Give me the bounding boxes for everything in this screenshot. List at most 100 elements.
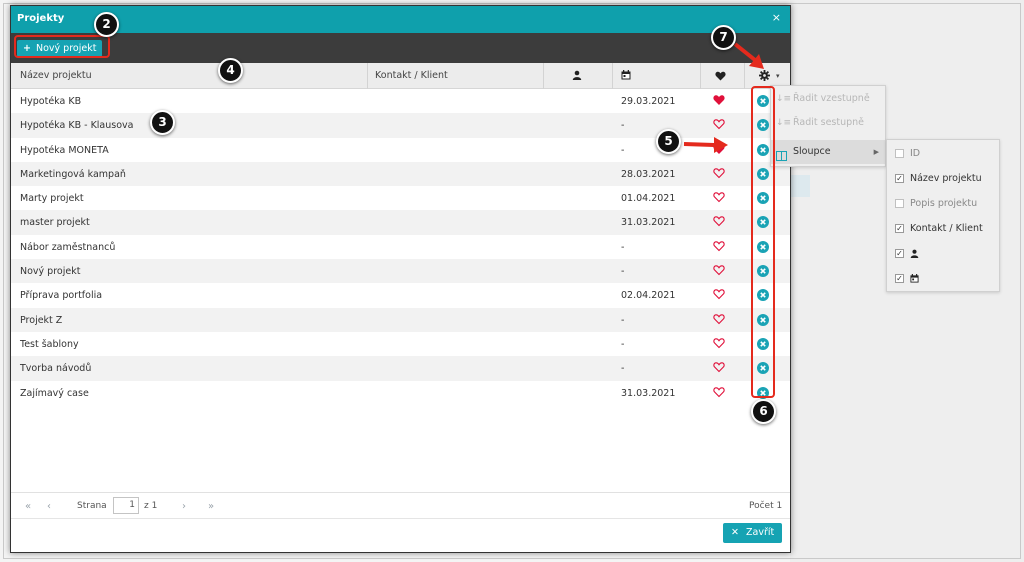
project-date: 02.04.2021 xyxy=(621,290,676,302)
project-name[interactable]: Projekt Z xyxy=(20,315,62,326)
highlight-delete-column xyxy=(751,86,775,398)
close-icon: ✕ xyxy=(731,527,739,538)
heart-outline-icon[interactable] xyxy=(713,240,725,252)
calendar-icon xyxy=(910,273,919,284)
close-icon[interactable]: × xyxy=(772,11,781,24)
project-name[interactable]: Hypotéka KB xyxy=(20,96,81,107)
pagination-bar: « ‹ Strana 1 z 1 › » Počet 1 xyxy=(11,492,790,518)
project-date: - xyxy=(621,144,625,156)
project-name[interactable]: master projekt xyxy=(20,217,90,228)
heart-outline-icon[interactable] xyxy=(713,386,725,398)
page-input[interactable]: 1 xyxy=(113,497,139,514)
project-name[interactable]: Nový projekt xyxy=(20,266,80,277)
last-page-icon[interactable]: » xyxy=(208,501,214,512)
project-name[interactable]: Hypotéka KB - Klausova xyxy=(20,120,134,131)
project-name[interactable]: Marty projekt xyxy=(20,193,84,204)
user-icon xyxy=(572,70,582,80)
menu-item-sort-desc[interactable]: ↓≡ Řadit sestupně xyxy=(771,111,885,135)
annotation-marker: 4 xyxy=(218,58,243,83)
menu-item-label: Řadit sestupně xyxy=(793,117,865,128)
heart-outline-icon[interactable] xyxy=(713,264,725,276)
background-element xyxy=(790,175,810,197)
table-row[interactable]: Nábor zaměstnanců - xyxy=(11,235,790,259)
column-toggle-item[interactable]: ✓ Kontakt / Klient xyxy=(887,216,999,241)
first-page-icon[interactable]: « xyxy=(25,501,31,512)
column-toggle-item[interactable]: ✓ xyxy=(887,241,999,266)
project-name[interactable]: Nábor zaměstnanců xyxy=(20,242,115,253)
project-date: 29.03.2021 xyxy=(621,96,676,107)
menu-item-sort-asc[interactable]: ↓≡ Řadit vzestupně xyxy=(771,87,885,111)
column-header-date[interactable] xyxy=(621,70,631,82)
columns-submenu: ID ✓ Název projektu Popis projektu ✓ Kontakt … xyxy=(886,139,1000,292)
project-date: - xyxy=(621,120,625,132)
heart-filled-icon[interactable] xyxy=(713,94,725,106)
table-row[interactable]: Projekt Z - xyxy=(11,307,790,332)
dialog-titlebar: Projekty × xyxy=(11,6,790,33)
heart-outline-icon[interactable] xyxy=(713,191,725,203)
menu-item-columns[interactable]: Sloupce ▶ xyxy=(771,140,885,164)
prev-page-icon[interactable]: ‹ xyxy=(47,501,51,512)
close-button[interactable]: ✕ Zavřít xyxy=(723,523,783,543)
project-date: - xyxy=(621,314,625,326)
sort-ascending-icon: ↓≡ xyxy=(776,94,792,104)
table-row[interactable]: master projekt 31.03.2021 xyxy=(11,210,790,235)
dialog-footer: ✕ Zavřít xyxy=(11,518,790,552)
column-header-favorite[interactable] xyxy=(715,71,726,83)
column-divider xyxy=(700,63,701,89)
project-name[interactable]: Příprava portfolia xyxy=(20,290,102,301)
page-total: z 1 xyxy=(144,501,158,511)
project-name[interactable]: Test šablony xyxy=(20,339,79,350)
heart-outline-icon[interactable] xyxy=(713,288,725,300)
checkbox[interactable]: ✓ xyxy=(895,249,904,258)
submenu-arrow-icon: ▶ xyxy=(873,148,879,156)
column-header-contact[interactable]: Kontakt / Klient xyxy=(375,63,448,89)
table-row[interactable]: Zajímavý case 31.03.2021 xyxy=(11,381,790,405)
heart-outline-icon[interactable] xyxy=(713,361,725,373)
column-toggle-item[interactable]: ✓ Název projektu xyxy=(887,166,999,191)
column-toggle-label: Popis projektu xyxy=(910,198,978,209)
project-date: - xyxy=(621,363,625,375)
project-date: 31.03.2021 xyxy=(621,217,676,229)
column-toggle-item[interactable]: ✓ xyxy=(887,266,999,291)
column-divider xyxy=(612,63,613,89)
chevron-down-icon: ▾ xyxy=(776,72,780,80)
table-row[interactable]: Test šablony - xyxy=(11,332,790,356)
column-toggle-label: Kontakt / Klient xyxy=(910,223,983,234)
heart-outline-icon[interactable] xyxy=(713,167,725,179)
dialog-title: Projekty xyxy=(17,13,65,24)
checkbox[interactable]: ✓ xyxy=(895,224,904,233)
calendar-icon xyxy=(621,70,631,80)
next-page-icon[interactable]: › xyxy=(182,501,186,512)
table-row[interactable]: Hypotéka KB 29.03.2021 xyxy=(11,89,790,113)
annotation-marker: 3 xyxy=(150,110,175,135)
column-toggle-item[interactable]: ID xyxy=(887,141,999,166)
table-row[interactable]: Marketingová kampaň 28.03.2021 xyxy=(11,161,790,187)
column-toggle-item[interactable]: Popis projektu xyxy=(887,191,999,216)
project-date: 28.03.2021 xyxy=(621,168,676,180)
heart-outline-icon[interactable] xyxy=(713,118,725,130)
project-name[interactable]: Zajímavý case xyxy=(20,388,89,399)
checkbox[interactable] xyxy=(895,149,904,158)
record-count: Počet 1 xyxy=(749,501,783,511)
highlight-new-project xyxy=(14,35,110,58)
arrow-annotation-7 xyxy=(733,42,764,69)
heart-icon xyxy=(715,71,726,81)
project-name[interactable]: Marketingová kampaň xyxy=(20,169,126,180)
checkbox[interactable]: ✓ xyxy=(895,274,904,283)
project-name[interactable]: Tvorba návodů xyxy=(20,363,91,374)
checkbox[interactable]: ✓ xyxy=(895,174,904,183)
table-row[interactable]: Marty projekt 01.04.2021 xyxy=(11,186,790,210)
heart-outline-icon[interactable] xyxy=(713,313,725,325)
table-row[interactable]: Příprava portfolia 02.04.2021 xyxy=(11,283,790,307)
sort-descending-icon: ↓≡ xyxy=(776,118,792,128)
project-name[interactable]: Hypotéka MONETA xyxy=(20,145,109,156)
column-toggle-label: Název projektu xyxy=(910,173,982,184)
column-divider xyxy=(367,63,368,89)
checkbox[interactable] xyxy=(895,199,904,208)
heart-outline-icon[interactable] xyxy=(713,215,725,227)
heart-outline-icon[interactable] xyxy=(713,337,725,349)
column-header-name[interactable]: Název projektu xyxy=(20,63,92,89)
table-row[interactable]: Nový projekt - xyxy=(11,259,790,284)
table-row[interactable]: Tvorba návodů - xyxy=(11,356,790,381)
column-header-person[interactable] xyxy=(572,70,582,82)
